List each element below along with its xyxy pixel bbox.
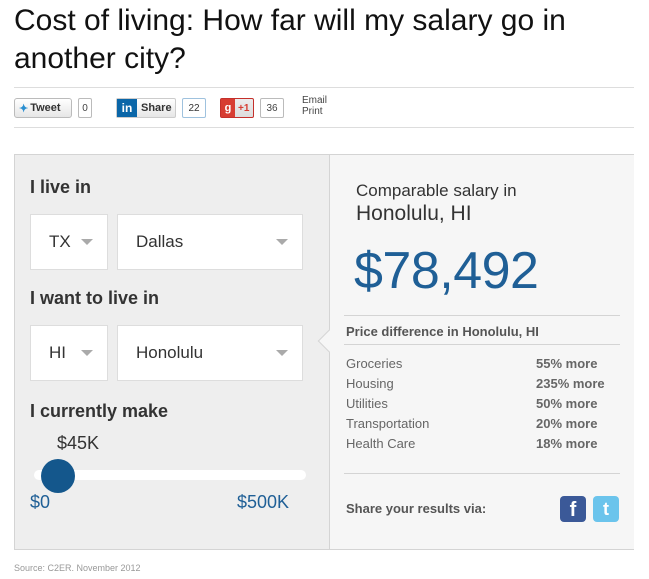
google-plus-count: 36 (260, 98, 284, 118)
salary-slider-value: $45K (57, 433, 100, 453)
google-plus-button[interactable]: g +1 (220, 98, 254, 118)
price-row-label: Groceries (346, 356, 403, 371)
page-title: Cost of living: How far will my salary g… (14, 4, 566, 75)
divider (344, 473, 620, 474)
price-row-utilities: Utilities 50% more (346, 396, 616, 416)
print-link[interactable]: Print (302, 106, 327, 117)
comparable-city: Honolulu, HI (356, 202, 472, 225)
comparable-salary-amount: $78,492 (354, 242, 539, 300)
slider-max-label: $500K (237, 492, 290, 512)
email-link[interactable]: Email (302, 95, 327, 106)
price-row-label: Utilities (346, 396, 388, 411)
current-state-select[interactable]: TX (30, 214, 108, 270)
linkedin-count: 22 (182, 98, 206, 118)
price-row-value: 50% more (536, 396, 598, 411)
current-state-value: TX (49, 232, 71, 251)
results-panel: Comparable salary in Honolulu, HI $78,49… (317, 155, 634, 549)
price-row-transportation: Transportation 20% more (346, 416, 616, 436)
divider (344, 344, 620, 345)
chevron-down-icon (81, 239, 93, 245)
comparable-salary-label: Comparable salary in (356, 181, 517, 200)
currently-make-heading: I currently make (30, 401, 169, 421)
price-row-value: 55% more (536, 356, 598, 371)
target-state-select[interactable]: HI (30, 325, 108, 381)
share-results-label: Share your results via: (346, 501, 487, 516)
input-panel: I live in TX Dallas I want to live in HI… (15, 155, 329, 549)
google-plus-label: +1 (238, 102, 250, 114)
current-city-select[interactable]: Dallas (117, 214, 303, 270)
tweet-count: 0 (78, 98, 92, 118)
chevron-down-icon (276, 350, 288, 356)
facebook-icon[interactable]: f (560, 496, 586, 522)
target-state-value: HI (49, 343, 66, 362)
twitter-bird-icon: ✦ (19, 102, 29, 115)
live-in-heading: I live in (30, 177, 92, 197)
price-row-groceries: Groceries 55% more (346, 356, 616, 376)
google-plus-icon: g (221, 99, 235, 117)
tweet-button[interactable]: ✦ Tweet (14, 98, 72, 118)
price-row-value: 235% more (536, 376, 605, 391)
price-difference-title: Price difference in Honolulu, HI (346, 324, 539, 339)
price-row-label: Housing (346, 376, 394, 391)
price-row-value: 20% more (536, 416, 598, 431)
source-note: Source: C2ER. November 2012 (14, 563, 141, 573)
linkedin-icon: in (117, 99, 137, 117)
price-row-health-care: Health Care 18% more (346, 436, 616, 456)
slider-min-label: $0 (30, 492, 51, 512)
cost-of-living-calculator: I live in TX Dallas I want to live in HI… (14, 154, 634, 550)
twitter-icon[interactable]: t (593, 496, 619, 522)
linkedin-share-label: Share (141, 102, 172, 114)
price-row-label: Health Care (346, 436, 416, 451)
price-row-label: Transportation (346, 416, 430, 431)
want-to-live-heading: I want to live in (30, 288, 160, 308)
price-row-housing: Housing 235% more (346, 376, 616, 396)
tweet-label: Tweet (30, 102, 61, 114)
target-city-select[interactable]: Honolulu (117, 325, 303, 381)
share-bar: ✦ Tweet 0 in Share 22 g +1 36 Email Prin… (14, 87, 634, 128)
target-city-value: Honolulu (136, 343, 204, 362)
salary-slider-handle[interactable] (41, 459, 76, 493)
price-row-value: 18% more (536, 436, 598, 451)
current-city-value: Dallas (136, 232, 184, 251)
text-share-links: Email Print (302, 95, 327, 117)
chevron-down-icon (276, 239, 288, 245)
divider (344, 315, 620, 316)
chevron-down-icon (81, 350, 93, 356)
linkedin-share-button[interactable]: in Share (116, 98, 176, 118)
